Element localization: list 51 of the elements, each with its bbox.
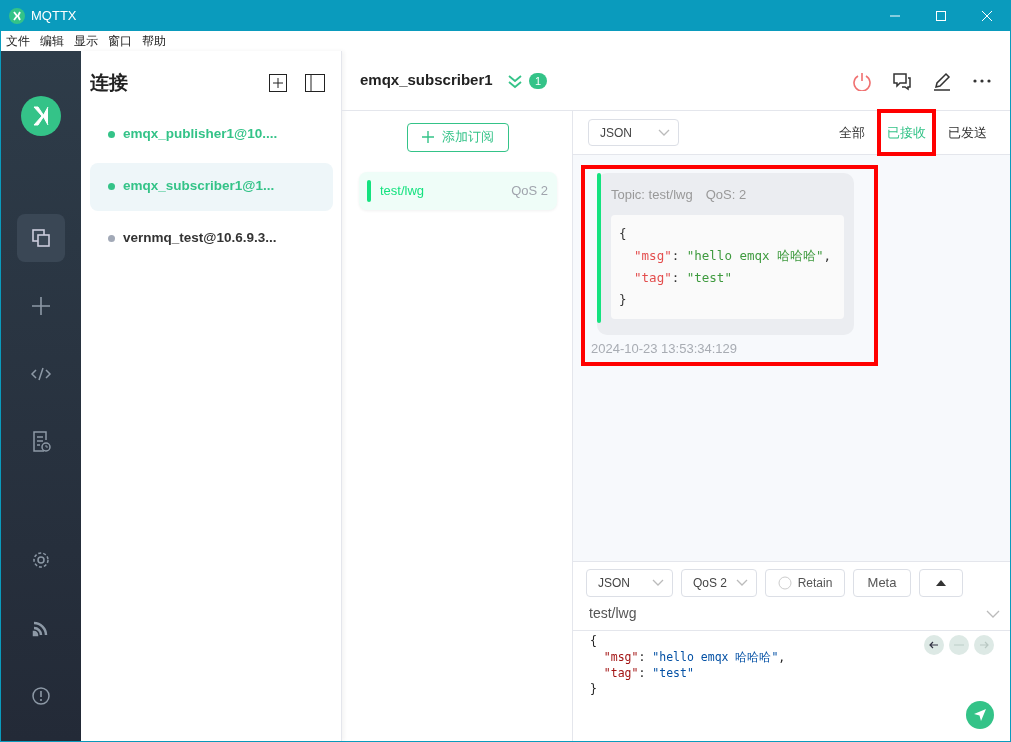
message-filter-tab[interactable]: 已发送 bbox=[940, 116, 995, 149]
sidebar-button[interactable] bbox=[17, 214, 65, 262]
menu-item[interactable]: 编辑 bbox=[35, 32, 69, 50]
retain-toggle[interactable]: Retain bbox=[765, 569, 845, 597]
topic-input[interactable]: test/lwg bbox=[589, 603, 637, 624]
connection-name: vernmq_test@10.6.9.3... bbox=[123, 229, 277, 248]
expand-button[interactable] bbox=[919, 569, 963, 597]
chevron-down-icon bbox=[736, 579, 748, 587]
status-dot bbox=[108, 183, 115, 190]
status-dot bbox=[108, 131, 115, 138]
menu-item[interactable]: 显示 bbox=[69, 32, 103, 50]
message-time: 2024-10-23 13:53:34:129 bbox=[591, 339, 738, 358]
connection-name: emqx_publisher1@10.... bbox=[123, 125, 278, 144]
subscription-topic: test/lwg bbox=[380, 182, 425, 200]
arrow-left-icon[interactable] bbox=[924, 635, 944, 655]
message-payload: { "msg": "hello emqx 哈哈哈", "tag": "test" } bbox=[611, 214, 844, 319]
connection-name: emqx_subscriber1@1... bbox=[123, 177, 275, 196]
payload-editor[interactable]: { "msg": "hello emqx 哈哈哈", "tag": "test" } bbox=[590, 633, 1010, 697]
triangle-up-icon bbox=[936, 580, 946, 586]
status-dot bbox=[108, 235, 115, 242]
app-logo-icon bbox=[9, 8, 25, 24]
format-select[interactable]: JSON bbox=[586, 569, 673, 597]
menu-item[interactable]: 文件 bbox=[1, 32, 35, 50]
double-chevron-icon[interactable] bbox=[506, 72, 523, 89]
qos-label: QoS 2 bbox=[511, 182, 548, 200]
format-select[interactable]: JSON bbox=[588, 119, 679, 146]
menu-item[interactable]: 帮助 bbox=[137, 32, 171, 50]
window-title: MQTTX bbox=[31, 7, 77, 26]
panel-title: 连接 bbox=[90, 71, 128, 95]
message-filter-tab[interactable]: 全部 bbox=[831, 116, 873, 149]
connection-item[interactable]: vernmq_test@10.6.9.3... bbox=[90, 214, 333, 263]
unread-count: 1 bbox=[529, 72, 548, 89]
message-qos: QoS: 2 bbox=[705, 186, 747, 204]
meta-button[interactable]: Meta bbox=[853, 569, 911, 597]
send-button[interactable] bbox=[966, 701, 994, 729]
connection-title: emqx_subscriber1 bbox=[360, 70, 493, 91]
message-topic: Topic: test/lwg bbox=[611, 186, 693, 204]
sidebar-toggle-icon[interactable] bbox=[305, 74, 325, 93]
add-icon[interactable] bbox=[269, 74, 287, 93]
chevron-down-icon[interactable] bbox=[986, 609, 1000, 618]
qos-select[interactable]: QoS 2 bbox=[681, 569, 757, 597]
plus-icon bbox=[422, 131, 434, 144]
edit-icon[interactable] bbox=[932, 70, 952, 91]
app-logo-icon bbox=[21, 96, 61, 136]
power-icon[interactable] bbox=[852, 70, 872, 91]
chat-icon[interactable] bbox=[892, 70, 912, 91]
chevron-down-icon bbox=[652, 579, 664, 587]
chevron-down-icon bbox=[658, 128, 670, 137]
send-icon bbox=[973, 708, 987, 722]
radio-icon bbox=[777, 576, 792, 590]
menu-item[interactable]: 窗口 bbox=[103, 32, 137, 50]
